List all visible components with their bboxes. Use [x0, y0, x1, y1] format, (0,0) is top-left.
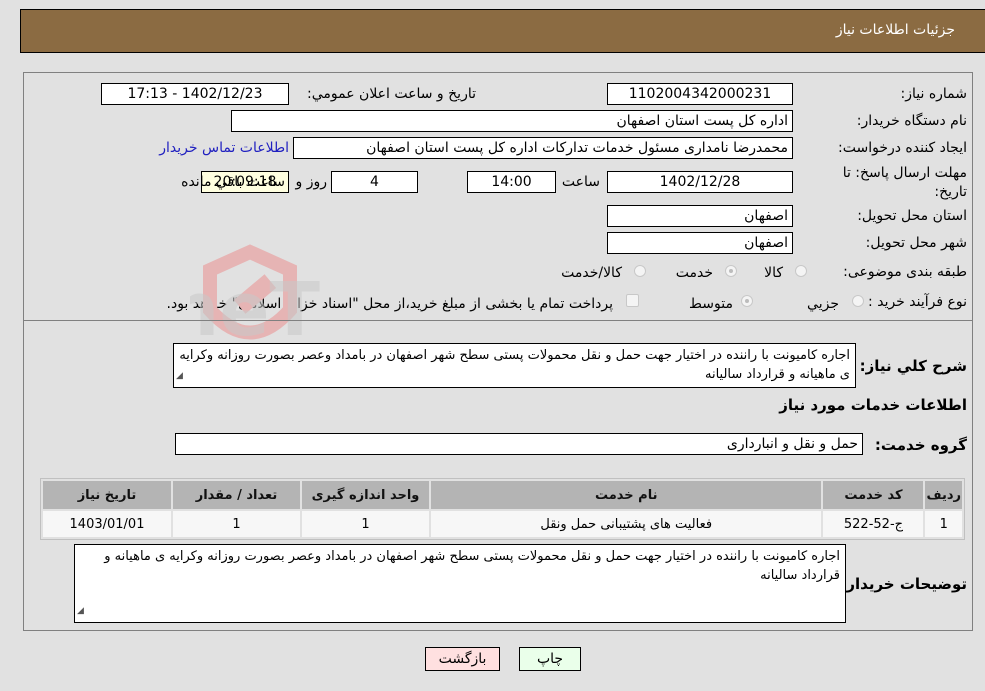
- buyer-org-label: نام دستگاه خريدار:: [856, 113, 967, 129]
- creator-label: ایجاد کننده درخواست:: [838, 140, 967, 156]
- announce-label: تاریخ و ساعت اعلان عمومي:: [307, 86, 476, 102]
- table-row: 1 ج-52-522 فعالیت های پشتیبانی حمل ونقل …: [43, 511, 962, 537]
- treasury-checkbox[interactable]: [626, 294, 639, 307]
- need-number-field: 1102004342000231: [607, 83, 793, 105]
- col-quantity: تعداد / مقدار: [173, 481, 300, 509]
- buyer-contact-link[interactable]: اطلاعات تماس خریدار: [159, 140, 289, 156]
- process-radio-minor[interactable]: [852, 295, 864, 307]
- page-title: جزئيات اطلاعات نیاز: [835, 22, 955, 38]
- description-text: اجاره کامیونت با راننده در اختیار جهت حم…: [179, 348, 850, 382]
- category-radio-service[interactable]: [725, 265, 737, 277]
- cell-need-date: 1403/01/01: [43, 511, 171, 537]
- deadline-time-label: ساعت: [561, 174, 600, 190]
- cell-unit: 1: [302, 511, 429, 537]
- city-label: شهر محل تحویل:: [865, 235, 967, 251]
- col-unit: واحد اندازه گيری: [302, 481, 429, 509]
- service-group-label: گروه خدمت:: [874, 436, 967, 454]
- process-option-minor: جزیي: [807, 296, 839, 312]
- back-button[interactable]: بازگشت: [425, 647, 500, 671]
- print-button[interactable]: چاپ: [519, 647, 581, 671]
- category-radio-goods[interactable]: [795, 265, 807, 277]
- buyer-org-field: اداره کل پست استان اصفهان: [231, 110, 793, 132]
- services-section-title: اطلاعات خدمات مورد نیاز: [779, 396, 967, 414]
- col-service-name: نام خدمت: [431, 481, 822, 509]
- description-textarea[interactable]: اجاره کامیونت با راننده در اختیار جهت حم…: [173, 343, 856, 388]
- process-option-medium: متوسط: [689, 296, 733, 312]
- buyer-notes-textarea[interactable]: اجاره کامیونت با راننده در اختیار جهت حم…: [74, 544, 846, 623]
- cell-quantity: 1: [173, 511, 300, 537]
- treasury-note: پرداخت تمام یا بخشی از مبلغ خرید،از محل …: [166, 296, 613, 312]
- city-field: اصفهان: [607, 232, 793, 254]
- cell-service-name: فعالیت های پشتیبانی حمل ونقل: [431, 511, 822, 537]
- col-service-code: كد خدمت: [823, 481, 924, 509]
- need-number-label: شماره نیاز:: [900, 86, 968, 102]
- buyer-notes-label: توضيحات خريدار:: [840, 575, 967, 593]
- cell-row-number: 1: [925, 511, 962, 537]
- category-radio-goods-service[interactable]: [634, 265, 646, 277]
- days-label: روز و: [295, 174, 328, 190]
- deadline-label: مهلت ارسال پاسخ: تا تاریخ:: [842, 165, 967, 200]
- col-need-date: تاريخ نياز: [43, 481, 171, 509]
- cell-service-code: ج-52-522: [823, 511, 924, 537]
- announce-datetime-field: 1402/12/23 - 17:13: [101, 83, 289, 105]
- category-option-service: خدمت: [675, 265, 713, 281]
- description-label: شرح كلي نياز:: [859, 357, 967, 375]
- province-field: اصفهان: [607, 205, 793, 227]
- deadline-time-field: 14:00: [467, 171, 556, 193]
- time-remaining-label: ساعت باقي مانده: [181, 174, 285, 190]
- category-label: طبقه بندی موضوعی:: [843, 264, 967, 280]
- process-radio-medium[interactable]: [741, 295, 753, 307]
- days-remaining-field: 4: [331, 171, 418, 193]
- col-row-number: رديف: [925, 481, 962, 509]
- creator-field: محمدرضا نامداری مسئول خدمات تدارکات ادار…: [293, 137, 793, 159]
- category-option-goods-service: کالا/خدمت: [561, 265, 622, 281]
- page-header: جزئيات اطلاعات نیاز: [20, 9, 985, 53]
- buyer-notes-text: اجاره کامیونت با راننده در اختیار جهت حم…: [104, 549, 840, 583]
- deadline-date-field: 1402/12/28: [607, 171, 793, 193]
- category-option-goods: کالا: [764, 265, 783, 281]
- services-table: رديف كد خدمت نام خدمت واحد اندازه گيری ت…: [40, 478, 965, 540]
- process-label: نوع فرآیند خرید :: [868, 294, 967, 310]
- service-group-field: حمل و نقل و انبارداری: [175, 433, 863, 455]
- province-label: استان محل تحویل:: [857, 208, 967, 224]
- resize-grip-icon[interactable]: ◢: [77, 602, 84, 621]
- table-header-row: رديف كد خدمت نام خدمت واحد اندازه گيری ت…: [43, 481, 962, 509]
- resize-grip-icon[interactable]: ◢: [176, 367, 183, 386]
